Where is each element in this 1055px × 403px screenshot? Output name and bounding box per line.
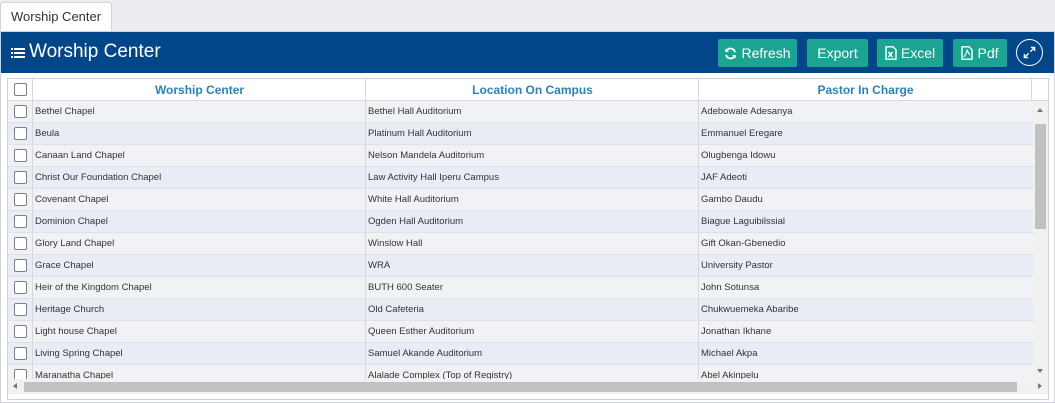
scroll-up-icon[interactable] [1037,108,1043,112]
cell-location: Old Cafeteria [368,304,424,315]
export-label: Export [817,45,858,61]
cell-worship-center: Canaan Land Chapel [35,150,125,161]
column-divider [698,101,699,387]
excel-label: Excel [900,45,936,61]
table-row[interactable]: Living Spring Chapel Samuel Akande Audito… [8,343,1033,365]
export-button[interactable]: Export [807,39,868,67]
refresh-icon [725,47,737,59]
table-row[interactable]: Christ Our Foundation Chapel Law Activity… [8,167,1033,189]
refresh-button[interactable]: Refresh [718,39,797,67]
cell-pastor: University Pastor [701,260,773,271]
cell-location: White Hall Auditorium [368,194,459,205]
worship-center-panel: Worship Center Refresh Export Excel Pdf … [0,31,1055,403]
cell-pastor: Biague Laguibilssial [701,216,785,227]
expand-icon [1023,46,1036,59]
cell-location: Bethel Hall Auditorium [368,106,462,117]
row-checkbox[interactable] [14,171,27,184]
grid-header: Worship Center Location On Campus Pastor… [8,79,1048,101]
cell-location: Ogden Hall Auditorium [368,216,464,227]
cell-location: WRA [368,260,391,271]
table-row[interactable]: Bethel Chapel Bethel Hall Auditorium Adebo… [8,101,1033,123]
cell-pastor: JAF Adeoti [701,172,747,183]
cell-pastor: Emmanuel Eregare [701,128,783,139]
row-checkbox[interactable] [14,325,27,338]
row-checkbox[interactable] [14,237,27,250]
cell-location: Samuel Akande Auditorium [368,348,483,359]
pdf-label: Pdf [977,45,999,61]
horizontal-scrollbar[interactable] [8,379,1048,394]
cell-worship-center: Covenant Chapel [35,194,109,205]
cell-worship-center: Grace Chapel [35,260,94,271]
row-checkbox[interactable] [14,259,27,272]
table-row[interactable]: Canaan Land Chapel Nelson Mandela Auditor… [8,145,1033,167]
cell-pastor: Gift Okan-Gbenedio [701,238,786,249]
cell-pastor: Michael Akpa [701,348,758,359]
refresh-label: Refresh [741,45,791,61]
cell-worship-center: Christ Our Foundation Chapel [35,172,162,183]
cell-worship-center: Living Spring Chapel [35,348,123,359]
cell-location: BUTH 600 Seater [368,282,443,293]
cell-worship-center: Light house Chapel [35,326,117,337]
column-header-spacer [1031,79,1048,101]
row-checkbox[interactable] [14,149,27,162]
pdf-icon [961,46,974,60]
cell-location: Nelson Mandela Auditorium [368,150,485,161]
menu-icon[interactable] [11,48,25,58]
table-row[interactable]: Grace Chapel WRA University Pastor [8,255,1033,277]
pdf-button[interactable]: Pdf [953,39,1007,67]
cell-location: Queen Esther Auditorium [368,326,475,337]
table-row[interactable]: Heir of the Kingdom Chapel BUTH 600 Seate… [8,277,1033,299]
table-row[interactable]: Heritage Church Old Cafeteria Chukwuemeka … [8,299,1033,321]
cell-pastor: Jonathan Ikhane [701,326,772,337]
cell-worship-center: Heir of the Kingdom Chapel [35,282,152,293]
cell-worship-center: Heritage Church [35,304,105,315]
cell-pastor: Olugbenga Idowu [701,150,776,161]
tab-worship-center[interactable]: Worship Center [0,2,113,31]
column-divider [32,101,33,387]
horizontal-scroll-thumb[interactable] [24,382,1017,392]
excel-icon [885,46,897,60]
cell-pastor: John Sotunsa [701,282,760,293]
row-checkbox[interactable] [14,193,27,206]
cell-location: Platinum Hall Auditorium [368,128,472,139]
table-row[interactable]: Beula Platinum Hall Auditorium Emmanuel Er… [8,123,1033,145]
row-checkbox[interactable] [14,105,27,118]
table-row[interactable]: Light house Chapel Queen Esther Auditoriu… [8,321,1033,343]
cell-pastor: Chukwuemeka Abaribe [701,304,799,315]
table-row[interactable]: Dominion Chapel Ogden Hall Auditorium Biag… [8,211,1033,233]
row-checkbox[interactable] [14,347,27,360]
cell-worship-center: Bethel Chapel [35,106,95,117]
column-divider [365,101,366,387]
row-checkbox[interactable] [14,215,27,228]
cell-pastor: Adebowale Adesanya [701,106,793,117]
vertical-scrollbar[interactable] [1033,101,1048,379]
cell-worship-center: Glory Land Chapel [35,238,115,249]
column-header-location[interactable]: Location On Campus [365,79,699,101]
select-all-checkbox[interactable] [14,83,27,96]
cell-pastor: Gambo Daudu [701,194,763,205]
excel-button[interactable]: Excel [877,39,943,67]
table-row[interactable]: Covenant Chapel White Hall Auditorium Gamb… [8,189,1033,211]
scroll-right-icon[interactable] [1038,383,1042,389]
cell-location: Law Activity Hall Iperu Campus [368,172,499,183]
cell-worship-center: Dominion Chapel [35,216,108,227]
row-checkbox[interactable] [14,127,27,140]
scroll-down-icon[interactable] [1037,369,1043,373]
cell-location: Winslow Hall [368,238,423,249]
expand-button[interactable] [1016,39,1043,66]
column-header-pastor[interactable]: Pastor In Charge [698,79,1032,101]
row-checkbox[interactable] [14,281,27,294]
row-checkbox[interactable] [14,303,27,316]
table-row[interactable]: Glory Land Chapel Winslow Hall Gift Okan-G… [8,233,1033,255]
vertical-scroll-thumb[interactable] [1035,124,1046,229]
tab-bar: Worship Center [0,0,1055,31]
column-header-worship-center[interactable]: Worship Center [32,79,366,101]
cell-worship-center: Beula [35,128,60,139]
worship-center-grid: Worship Center Location On Campus Pastor… [7,78,1049,400]
page-title: Worship Center [29,41,161,62]
panel-header: Worship Center Refresh Export Excel Pdf [1,32,1054,73]
scroll-left-icon[interactable] [13,383,17,389]
grid-body: Bethel Chapel Bethel Hall Auditorium Adebo… [8,101,1033,387]
